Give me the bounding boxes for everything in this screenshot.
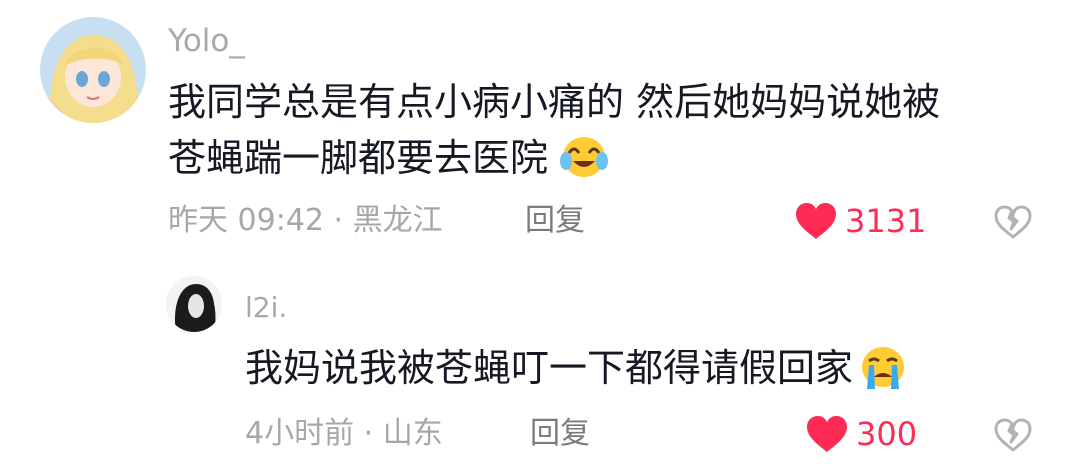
comment-text-line: 我同学总是有点小病小痛的 然后她妈妈说她被	[168, 80, 941, 124]
laughing-crying-emoji	[560, 135, 609, 194]
crying-emoji	[857, 345, 909, 404]
dislike-button[interactable]	[994, 418, 1032, 456]
reply-button[interactable]: 回复	[525, 201, 585, 241]
like-count: 300	[856, 415, 918, 453]
comment-meta: 4小时前 · 山东	[245, 416, 443, 451]
avatar[interactable]	[40, 17, 146, 123]
comment-text: 我同学总是有点小病小痛的 然后她妈妈说她被 苍蝇踹一脚都要去医院	[168, 74, 940, 194]
heart-icon	[795, 202, 837, 240]
like-button[interactable]: 3131	[795, 201, 926, 241]
like-count: 3131	[845, 202, 927, 240]
comment-text-line: 我妈说我被苍蝇叮一下都得请假回家	[245, 340, 909, 404]
broken-heart-icon	[994, 205, 1032, 243]
username[interactable]: l2i.	[245, 290, 287, 326]
broken-heart-icon	[994, 418, 1032, 456]
comment-text-line: 苍蝇踹一脚都要去医院	[168, 130, 940, 194]
dislike-button[interactable]	[994, 205, 1032, 243]
avatar[interactable]	[166, 276, 222, 332]
comment-meta: 昨天 09:42 · 黑龙江	[168, 203, 443, 238]
reply-button[interactable]: 回复	[530, 414, 590, 454]
comment-text: 我妈说我被苍蝇叮一下都得请假回家	[245, 340, 909, 404]
like-button[interactable]: 300	[806, 414, 917, 454]
username[interactable]: Yolo_	[168, 22, 245, 60]
heart-icon	[806, 415, 848, 453]
